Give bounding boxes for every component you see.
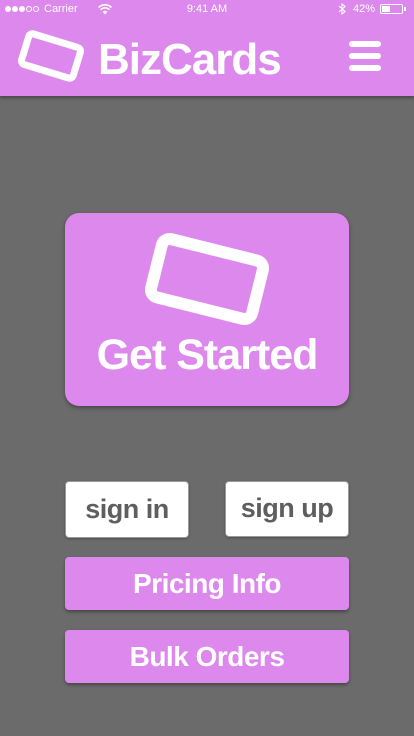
- hamburger-menu-icon[interactable]: [349, 41, 383, 75]
- brand-title[interactable]: BizCards: [98, 34, 282, 86]
- menu-bar: [349, 53, 381, 59]
- battery-icon: [380, 4, 403, 14]
- sign-up-button[interactable]: sign up: [225, 481, 349, 537]
- bluetooth-icon: [338, 3, 346, 15]
- pricing-info-button[interactable]: Pricing Info: [65, 557, 349, 610]
- status-right: 42%: [338, 3, 406, 15]
- sign-in-button[interactable]: sign in: [65, 481, 189, 538]
- get-started-label: Get Started: [96, 331, 319, 379]
- battery-level: [382, 6, 390, 12]
- app-header: Carrier 9:41 AM 42% BizCards: [0, 0, 414, 96]
- card-icon[interactable]: [16, 28, 86, 84]
- menu-bar: [349, 65, 381, 71]
- battery-tip: [404, 7, 406, 11]
- status-bar: Carrier 9:41 AM 42%: [0, 0, 414, 20]
- bulk-orders-button[interactable]: Bulk Orders: [65, 630, 349, 683]
- card-icon: [144, 233, 270, 325]
- battery-percent: 42%: [352, 3, 375, 15]
- menu-bar: [349, 41, 381, 47]
